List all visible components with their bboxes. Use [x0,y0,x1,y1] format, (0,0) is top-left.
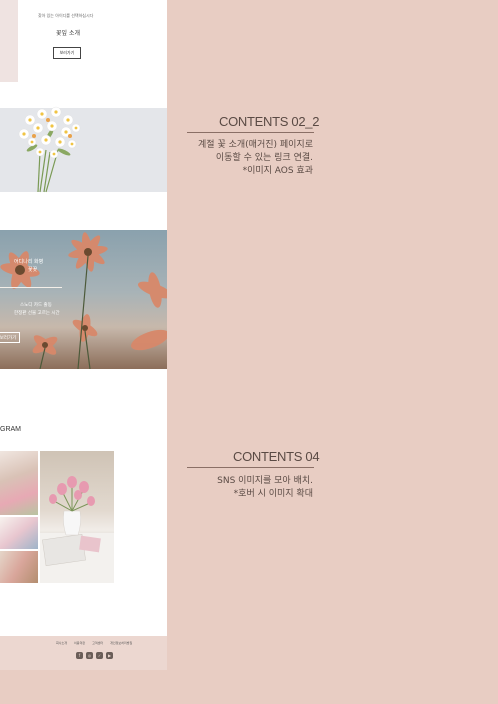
note-line-text: 계절 꽃 소개(매거진) 페이지로 [198,140,313,150]
intro-accent-strip [0,0,18,82]
intro-more-button[interactable]: 보러가기 [53,47,81,59]
vase-photo [40,476,114,583]
instagram-photo-2[interactable] [0,517,38,549]
bouquet-image [18,106,81,193]
note-divider [187,467,314,468]
intro-title: 꽃잎 소개 [56,30,80,37]
note-title-contents-02-2: CONTENTS 02_2 [219,114,320,129]
hero-divider [0,287,62,288]
instagram-photo-3[interactable] [0,551,38,583]
hero-line-2: 꽃꽂 [28,267,38,273]
hero-line-3: 스노디 카드 출동 [20,303,52,308]
footer-link[interactable]: 고객센터 [92,641,103,645]
footer-link[interactable]: 이용약관 [74,641,85,645]
hero-line-1: 어디나리 화병 [14,259,44,265]
facebook-icon[interactable]: f [76,652,83,659]
note-divider [187,132,314,133]
instagram-icon[interactable]: ◎ [86,652,93,659]
youtube-icon[interactable]: ▶ [106,652,113,659]
intro-tagline: 찾아 있는 아이디를 선택하십시다 [38,13,94,18]
hero-more-button[interactable]: 보러가기 [0,332,20,343]
social-links: f ◎ ✓ ▶ [76,652,113,659]
hero-line-4: 한정판 선물 고르는 시간 [14,311,60,316]
footer-links: 회사소개 이용약관 고객센터 개인정보처리방침 [56,641,132,645]
instagram-photo-4[interactable] [40,451,114,583]
instagram-photo-1[interactable] [0,451,38,515]
note-line-text: *호버 시 이미지 확대 [233,489,313,499]
note-title-contents-04: CONTENTS 04 [233,449,320,464]
note-text: 계절 꽃 소개(매거진) 페이지로 이동할 수 있는 링크 연결. *이미지 A… [198,139,313,178]
website-preview: 찾아 있는 아이디를 선택하십시다 꽃잎 소개 보러가기 어디나리 화병 꽃꽂 … [0,0,167,670]
note-line-text: SNS 이미지를 모아 배치. [217,476,313,486]
instagram-title: GRAM [0,426,21,433]
note-text: SNS 이미지를 모아 배치. *호버 시 이미지 확대 [217,475,313,501]
instagram-grid [0,451,114,583]
hero-banner[interactable] [0,230,167,369]
footer-link[interactable]: 개인정보처리방침 [110,641,132,645]
footer-link[interactable]: 회사소개 [56,641,67,645]
note-line-text: 이동할 수 있는 링크 연결. [215,153,313,163]
flower-photo [0,232,167,369]
note-line-text: *이미지 AOS 효과 [242,166,313,176]
twitter-icon[interactable]: ✓ [96,652,103,659]
